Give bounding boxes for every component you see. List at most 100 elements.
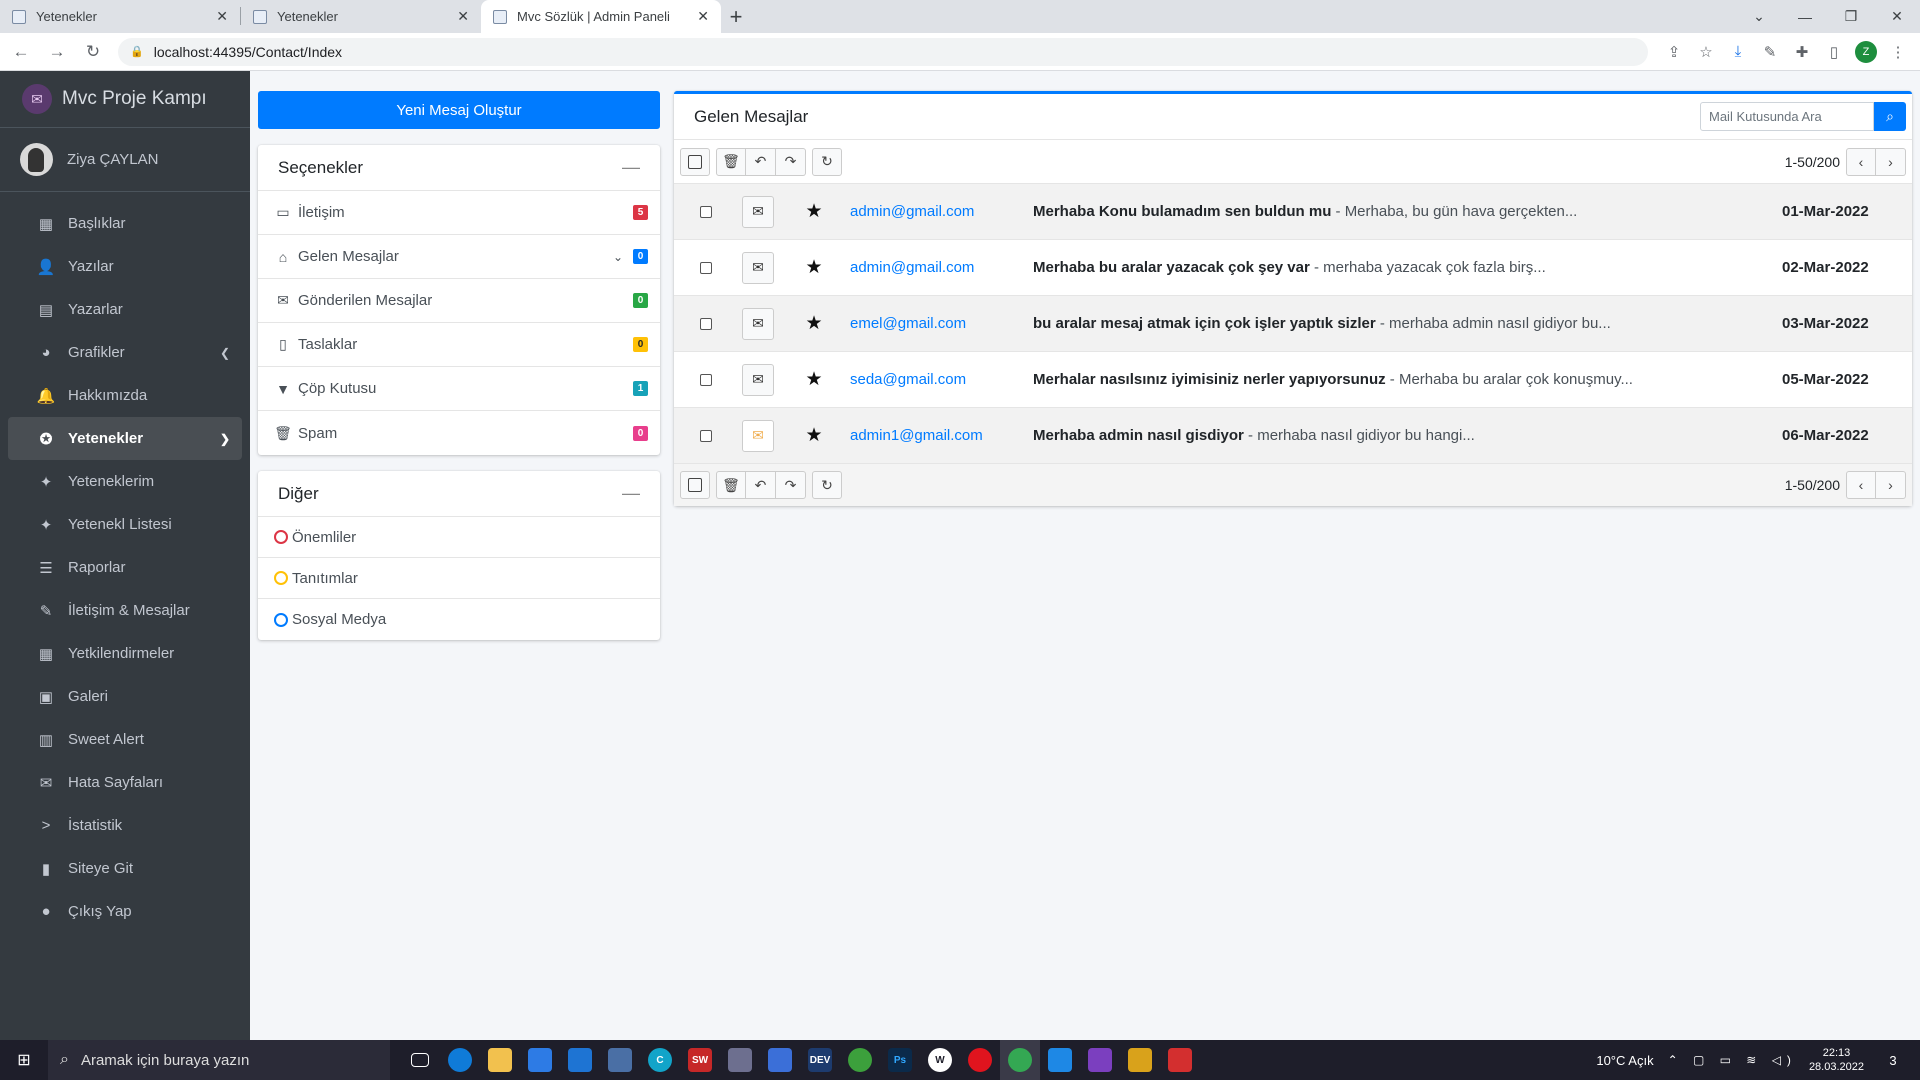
- close-window-icon[interactable]: ✕: [1874, 0, 1920, 33]
- star-icon[interactable]: ★: [778, 200, 850, 223]
- message-row[interactable]: ✉ ★ admin@gmail.com Merhaba bu aralar ya…: [674, 239, 1912, 295]
- chevron-right-icon[interactable]: ›: [1876, 471, 1906, 499]
- sidebar-item-yetkilendirmeler[interactable]: ▦ Yetkilendirmeler: [8, 632, 242, 675]
- store-icon[interactable]: [520, 1040, 560, 1080]
- message-checkbox[interactable]: [674, 373, 738, 386]
- message-row[interactable]: ✉ ★ admin@gmail.com Merhaba Konu bulamad…: [674, 183, 1912, 239]
- url-field[interactable]: 🔒 localhost:44395/Contact/Index: [118, 37, 1648, 66]
- browser-tab-3[interactable]: Mvc Sözlük | Admin Paneli ✕: [481, 0, 721, 33]
- sidebar-item-iletisim-mesajlar[interactable]: ✎ İletişim & Mesajlar: [8, 589, 242, 632]
- reply-icon[interactable]: ↶: [746, 147, 776, 176]
- folder-gonderilen-mesajlar[interactable]: ✉ Gönderilen Mesajlar 0: [258, 279, 660, 323]
- photoshop-icon[interactable]: Ps: [880, 1040, 920, 1080]
- forward-share-icon[interactable]: ↷: [776, 471, 806, 499]
- notification-icon[interactable]: 3: [1878, 1053, 1908, 1068]
- browser-tab-1[interactable]: Yetenekler ✕: [0, 0, 240, 33]
- message-row[interactable]: ✉ ★ seda@gmail.com Merhalar nasılsınız i…: [674, 351, 1912, 407]
- sidebar-item-yetenekler[interactable]: ✪ Yetenekler ❯: [8, 417, 242, 460]
- star-icon[interactable]: ★: [778, 256, 850, 279]
- collapse-minus-icon[interactable]: —: [622, 483, 640, 504]
- task-view-icon[interactable]: [400, 1040, 440, 1080]
- browser-tab-2[interactable]: Yetenekler ✕: [241, 0, 481, 33]
- profile-avatar[interactable]: Z: [1855, 40, 1877, 63]
- app-icon[interactable]: [760, 1040, 800, 1080]
- app-icon[interactable]: DEV: [800, 1040, 840, 1080]
- app-icon[interactable]: [600, 1040, 640, 1080]
- label-tanitimlar[interactable]: Tanıtımlar: [258, 558, 660, 599]
- message-subject[interactable]: Merhaba admin nasıl gisdiyor - merhaba n…: [1033, 427, 1782, 444]
- new-tab-button[interactable]: +: [721, 0, 751, 33]
- side-panel-icon[interactable]: ▯: [1818, 43, 1850, 61]
- tab-search-icon[interactable]: ⌄: [1736, 0, 1782, 33]
- close-tab-icon[interactable]: ✕: [697, 8, 709, 25]
- sidebar-item-sweet-alert[interactable]: ▥ Sweet Alert: [8, 718, 242, 761]
- sidebar-item-hakkimizda[interactable]: 🔔 Hakkımızda: [8, 374, 242, 417]
- collapse-minus-icon[interactable]: —: [622, 157, 640, 178]
- sidebar-item-cikis-yap[interactable]: ● Çıkış Yap: [8, 890, 242, 933]
- message-checkbox[interactable]: [674, 205, 738, 218]
- sidebar-item-galeri[interactable]: ▣ Galeri: [8, 675, 242, 718]
- message-subject[interactable]: Merhaba Konu bulamadım sen buldun mu - M…: [1033, 203, 1782, 220]
- eyedropper-icon[interactable]: ✎: [1754, 43, 1786, 61]
- sidebar-item-basliklar[interactable]: ▦ Başlıklar: [8, 202, 242, 245]
- message-sender[interactable]: admin1@gmail.com: [850, 427, 1033, 444]
- sidebar-item-hata-sayfalari[interactable]: ✉ Hata Sayfaları: [8, 761, 242, 804]
- app-icon[interactable]: [1120, 1040, 1160, 1080]
- chevron-left-icon[interactable]: ‹: [1846, 147, 1876, 176]
- folder-iletisim[interactable]: ▭ İletişim 5: [258, 191, 660, 235]
- message-sender[interactable]: admin@gmail.com: [850, 259, 1033, 276]
- close-tab-icon[interactable]: ✕: [216, 8, 228, 25]
- restore-icon[interactable]: ❐: [1828, 0, 1874, 33]
- chevron-left-icon[interactable]: ‹: [1846, 471, 1876, 499]
- forward-icon[interactable]: →: [42, 42, 72, 62]
- search-icon[interactable]: ⌕: [1874, 102, 1906, 131]
- refresh-icon[interactable]: ↻: [812, 147, 842, 176]
- message-checkbox[interactable]: [674, 429, 738, 442]
- chrome-icon[interactable]: [1000, 1040, 1040, 1080]
- folder-taslaklar[interactable]: ▯ Taslaklar 0: [258, 323, 660, 367]
- extensions-icon[interactable]: ✚: [1786, 43, 1818, 61]
- sidebar-item-raporlar[interactable]: ☰ Raporlar: [8, 546, 242, 589]
- select-all-checkbox[interactable]: [680, 147, 710, 176]
- sidebar-item-yetenek-listesi[interactable]: ✦ Yetenekl Listesi: [8, 503, 242, 546]
- minimize-icon[interactable]: —: [1782, 0, 1828, 33]
- delete-icon[interactable]: 🗑: [716, 147, 746, 176]
- sidebar-item-istatistik[interactable]: > İstatistik: [8, 804, 242, 847]
- user-panel[interactable]: Ziya ÇAYLAN: [0, 128, 250, 192]
- app-icon[interactable]: W: [920, 1040, 960, 1080]
- back-icon[interactable]: ←: [6, 42, 36, 62]
- delete-icon[interactable]: 🗑: [716, 471, 746, 499]
- tray-icons[interactable]: ⌃ ▢ ▭ ≋ ◁): [1668, 1053, 1797, 1067]
- app-icon[interactable]: [840, 1040, 880, 1080]
- message-sender[interactable]: emel@gmail.com: [850, 315, 1033, 332]
- folder-gelen-mesajlar[interactable]: ⌂ Gelen Mesajlar ⌄ 0: [258, 235, 660, 279]
- sidebar-item-grafikler[interactable]: ◕ Grafikler ❮: [8, 331, 242, 374]
- message-row[interactable]: ✉ ★ admin1@gmail.com Merhaba admin nasıl…: [674, 407, 1912, 463]
- label-sosyal-medya[interactable]: Sosyal Medya: [258, 599, 660, 640]
- visual-studio-icon[interactable]: [1080, 1040, 1120, 1080]
- message-sender[interactable]: seda@gmail.com: [850, 371, 1033, 388]
- brand-link[interactable]: ✉ Mvc Proje Kampı: [0, 71, 250, 128]
- chevron-right-icon[interactable]: ›: [1876, 147, 1906, 176]
- folder-spam[interactable]: 🗑 Spam 0: [258, 411, 660, 455]
- share-icon[interactable]: ⇪: [1658, 43, 1690, 61]
- message-subject[interactable]: Merhaba bu aralar yazacak çok şey var - …: [1033, 259, 1782, 276]
- star-icon[interactable]: ★: [778, 368, 850, 391]
- download-icon[interactable]: ⤓: [1722, 43, 1754, 60]
- edge-icon[interactable]: [440, 1040, 480, 1080]
- clock[interactable]: 22:13 28.03.2022: [1809, 1046, 1864, 1074]
- vscode-icon[interactable]: [1040, 1040, 1080, 1080]
- pdf-icon[interactable]: [1160, 1040, 1200, 1080]
- opera-icon[interactable]: [960, 1040, 1000, 1080]
- message-sender[interactable]: admin@gmail.com: [850, 203, 1033, 220]
- select-all-checkbox[interactable]: [680, 471, 710, 499]
- message-checkbox[interactable]: [674, 317, 738, 330]
- taskbar-search[interactable]: ⌕ Aramak için buraya yazın: [48, 1040, 390, 1080]
- sidebar-item-yeteneklerim[interactable]: ✦ Yeteneklerim: [8, 460, 242, 503]
- lock-icon[interactable]: 🔒: [130, 45, 144, 58]
- mailbox-search-input[interactable]: [1700, 102, 1874, 131]
- app-icon[interactable]: [720, 1040, 760, 1080]
- windows-start-icon[interactable]: ⊞: [0, 1040, 48, 1080]
- app-icon[interactable]: C: [640, 1040, 680, 1080]
- close-tab-icon[interactable]: ✕: [457, 8, 469, 25]
